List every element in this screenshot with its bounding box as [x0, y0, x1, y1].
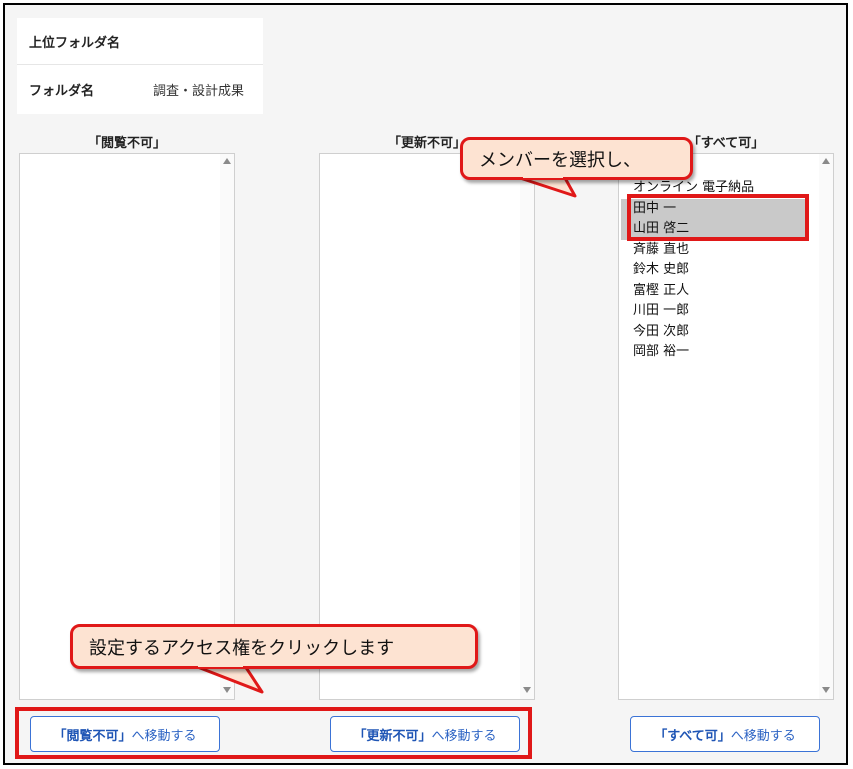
callout-tail-fill [198, 173, 563, 667]
